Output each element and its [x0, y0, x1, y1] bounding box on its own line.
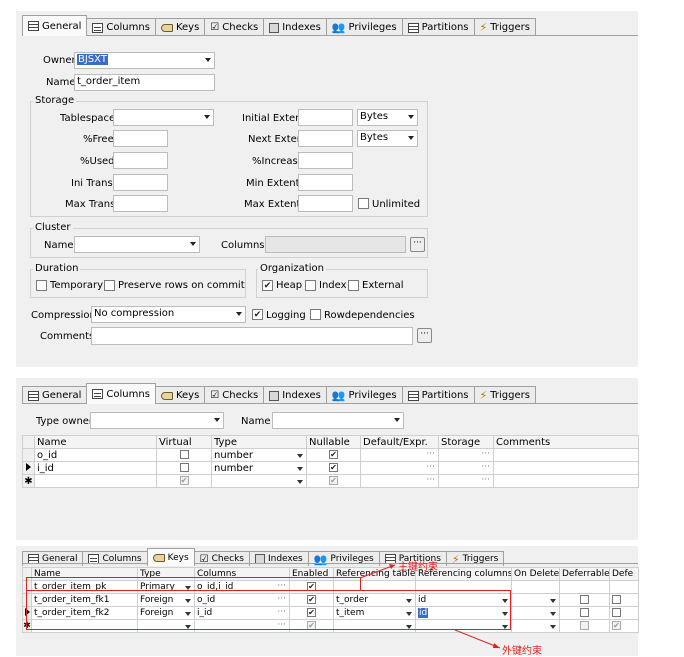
- foreign-key-arrow: [454, 629, 501, 649]
- key-icon: [152, 553, 165, 562]
- annotation-arrows: [359, 564, 501, 649]
- primary-key-annotation: 主键约束: [398, 562, 438, 573]
- tab-general[interactable]: General: [22, 15, 88, 36]
- primary-key-arrow: [359, 564, 396, 579]
- columns-icon: [92, 389, 104, 399]
- tab-keys[interactable]: Keys: [146, 548, 195, 566]
- table-icon: [28, 21, 39, 31]
- foreign-key-arrowhead: [493, 643, 500, 648]
- foreign-key-annotation: 外键约束: [502, 646, 542, 657]
- tab-columns[interactable]: Columns: [86, 383, 156, 404]
